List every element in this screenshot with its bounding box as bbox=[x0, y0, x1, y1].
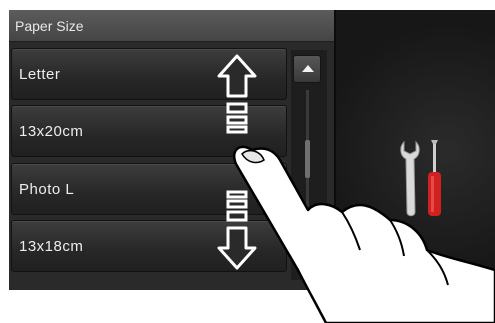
panel-header: Paper Size bbox=[9, 10, 334, 42]
list-item-label: 13x20cm bbox=[19, 123, 84, 140]
list-item-label: Photo L bbox=[19, 181, 75, 198]
list-item-label: 13x18cm bbox=[19, 238, 84, 255]
scroll-up-button[interactable] bbox=[293, 55, 321, 83]
pointing-hand-icon bbox=[233, 145, 495, 323]
page-title: Paper Size bbox=[15, 18, 84, 34]
list-item-label: Letter bbox=[19, 66, 61, 83]
triangle-up-icon bbox=[302, 65, 314, 72]
